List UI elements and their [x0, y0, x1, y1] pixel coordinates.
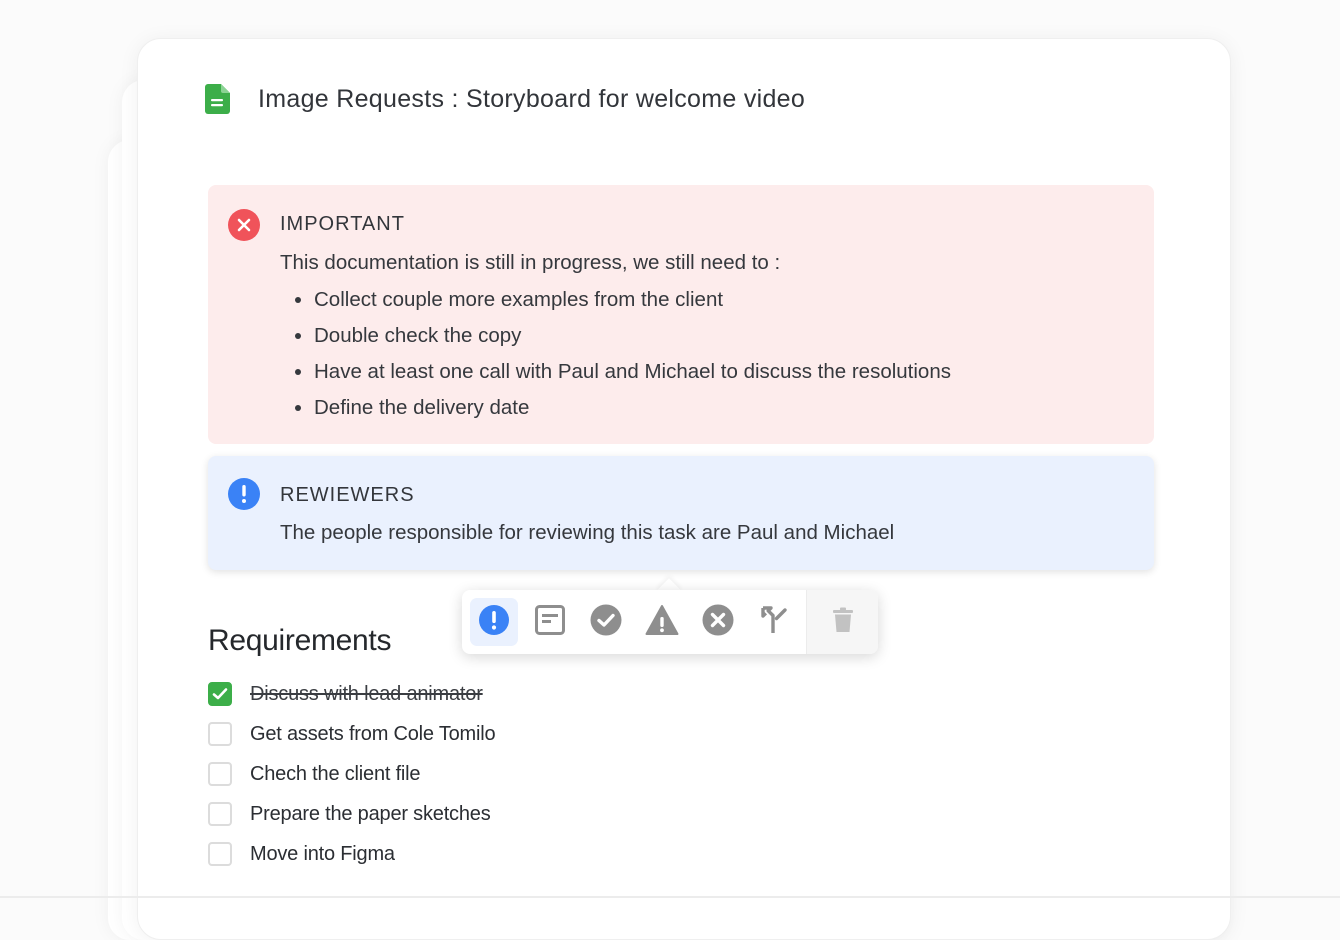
- checkbox[interactable]: [208, 842, 232, 866]
- warning-style-button[interactable]: [638, 598, 686, 646]
- checklist-item[interactable]: Prepare the paper sketches: [208, 800, 491, 828]
- checkbox-checked[interactable]: [208, 682, 232, 706]
- important-heading: IMPORTANT: [280, 213, 405, 235]
- checklist-item-label: Discuss with lead animator: [250, 682, 483, 705]
- reviewers-callout[interactable]: REWIEWERS The people responsible for rev…: [208, 456, 1154, 570]
- list-item: Have at least one call with Paul and Mic…: [314, 357, 951, 393]
- list-item: Double check the copy: [314, 321, 951, 357]
- error-style-button[interactable]: [694, 598, 742, 646]
- exclamation-circle-icon: [228, 478, 260, 510]
- checklist-item-label: Prepare the paper sketches: [250, 802, 491, 825]
- callout-style-toolbar: [462, 590, 878, 654]
- trash-icon: [832, 607, 854, 638]
- merge-style-button[interactable]: [750, 598, 798, 646]
- requirements-heading: Requirements: [208, 624, 392, 657]
- checkbox[interactable]: [208, 722, 232, 746]
- checklist-item-label: Move into Figma: [250, 842, 395, 865]
- checkbox[interactable]: [208, 802, 232, 826]
- success-style-button[interactable]: [582, 598, 630, 646]
- warning-triangle-icon: [645, 604, 679, 641]
- important-callout[interactable]: IMPORTANT This documentation is still in…: [208, 185, 1154, 444]
- list-item: Collect couple more examples from the cl…: [314, 285, 951, 321]
- checklist-item-label: Get assets from Cole Tomilo: [250, 722, 496, 745]
- close-circle-icon: [228, 209, 260, 241]
- checklist-item-label: Chech the client file: [250, 762, 421, 785]
- delete-callout-button[interactable]: [807, 590, 878, 654]
- checkbox[interactable]: [208, 762, 232, 786]
- note-icon: [534, 604, 566, 641]
- check-circle-icon: [590, 604, 622, 641]
- merge-arrow-icon: [758, 604, 790, 641]
- document-icon: [205, 84, 231, 114]
- reviewers-heading: REWIEWERS: [280, 484, 415, 506]
- checkmark-icon: [212, 688, 228, 700]
- checklist-item[interactable]: Move into Figma: [208, 840, 395, 868]
- info-style-button[interactable]: [470, 598, 518, 646]
- checklist-item[interactable]: Chech the client file: [208, 760, 421, 788]
- info-exclamation-icon: [478, 604, 510, 641]
- list-item: Define the delivery date: [314, 393, 951, 429]
- reviewers-text: The people responsible for reviewing thi…: [280, 521, 895, 544]
- error-circle-icon: [702, 604, 734, 641]
- page-title: Image Requests : Storyboard for welcome …: [258, 84, 806, 113]
- important-intro: This documentation is still in progress,…: [280, 251, 781, 274]
- important-list: Collect couple more examples from the cl…: [290, 285, 951, 429]
- note-style-button[interactable]: [526, 598, 574, 646]
- checklist-item[interactable]: Get assets from Cole Tomilo: [208, 720, 496, 748]
- checklist-item[interactable]: Discuss with lead animator: [208, 680, 483, 708]
- document-header: Image Requests : Storyboard for welcome …: [205, 82, 805, 116]
